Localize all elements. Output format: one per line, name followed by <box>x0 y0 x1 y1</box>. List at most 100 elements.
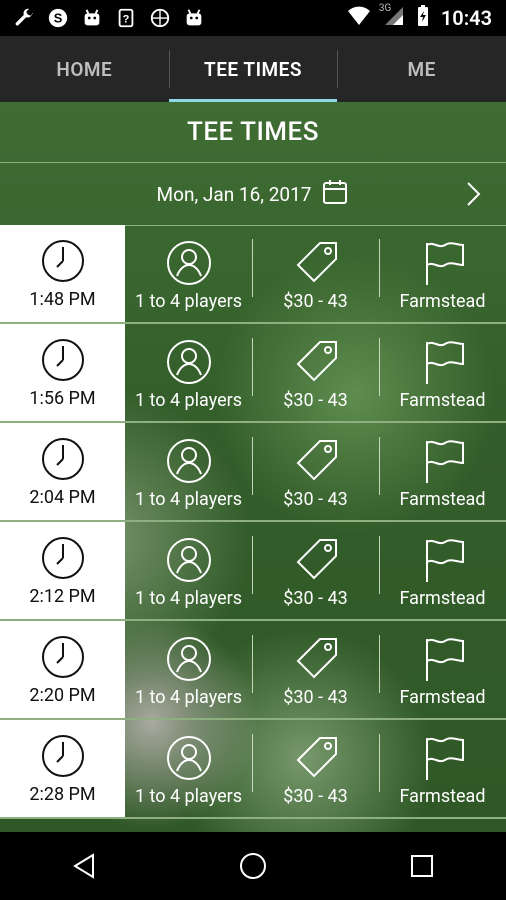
tab-home[interactable]: HOME <box>0 36 169 102</box>
price-tag-icon <box>296 440 337 481</box>
tee-time-label: 1:48 PM <box>29 289 96 310</box>
system-status: 3G 10:43 <box>347 3 492 32</box>
basketball-icon <box>148 6 172 30</box>
course-label: Farmstead <box>399 489 486 510</box>
column-divider <box>379 437 380 495</box>
android-icon <box>80 6 104 30</box>
players-cell: 1 to 4 players <box>125 423 252 520</box>
tab-divider <box>337 50 338 88</box>
price-label: $30 - 43 <box>283 489 348 510</box>
course-cell: Farmstead <box>379 621 506 718</box>
tee-time-details: 1 to 4 players $30 - 43 Farmstead <box>125 423 506 520</box>
player-icon <box>166 439 211 483</box>
players-label: 1 to 4 players <box>134 687 243 708</box>
tee-time-row[interactable]: 1:48 PM 1 to 4 players $30 - 43 Farmstea… <box>0 225 506 324</box>
course-cell: Farmstead <box>379 423 506 520</box>
clock-time: 10:43 <box>440 6 492 30</box>
wifi-icon <box>347 5 371 31</box>
tee-time-cell: 2:12 PM <box>0 522 125 619</box>
tee-time-details: 1 to 4 players $30 - 43 Farmstead <box>125 720 506 817</box>
column-divider <box>379 734 380 792</box>
players-cell: 1 to 4 players <box>125 522 252 619</box>
players-cell: 1 to 4 players <box>125 720 252 817</box>
flag-icon <box>425 440 464 483</box>
tee-time-row[interactable]: 2:12 PM 1 to 4 players $30 - 43 Farmstea… <box>0 522 506 621</box>
recents-square-icon <box>410 855 433 877</box>
tee-time-row[interactable]: 2:20 PM 1 to 4 players $30 - 43 Farmstea… <box>0 621 506 720</box>
flag-icon <box>425 737 464 780</box>
android-icon <box>182 6 206 30</box>
back-button[interactable] <box>62 844 106 888</box>
page-title: TEE TIMES <box>0 102 506 163</box>
battery-icon <box>415 4 431 32</box>
course-label: Farmstead <box>399 291 486 312</box>
players-label: 1 to 4 players <box>134 786 243 807</box>
clock-icon <box>41 636 84 678</box>
top-tab-bar: HOME TEE TIMES ME <box>0 36 506 102</box>
tee-time-label: 2:28 PM <box>29 784 96 805</box>
home-circle-icon <box>239 853 266 879</box>
player-icon <box>166 340 211 384</box>
tee-time-cell: 1:56 PM <box>0 324 125 421</box>
price-label: $30 - 43 <box>283 786 348 807</box>
column-divider <box>252 536 253 594</box>
tab-divider <box>169 50 170 88</box>
tee-time-details: 1 to 4 players $30 - 43 Farmstead <box>125 225 506 322</box>
price-label: $30 - 43 <box>283 390 348 411</box>
next-day-chevron-icon[interactable] <box>458 179 488 209</box>
price-label: $30 - 43 <box>283 291 348 312</box>
price-tag-icon <box>296 242 337 283</box>
calendar-icon[interactable] <box>321 178 349 211</box>
price-tag-icon <box>296 341 337 382</box>
tab-home-label: HOME <box>56 57 113 81</box>
clock-icon <box>41 339 84 381</box>
tee-time-details: 1 to 4 players $30 - 43 Farmstead <box>125 621 506 718</box>
player-icon <box>166 538 211 582</box>
clock-icon <box>41 438 84 480</box>
tee-time-row[interactable]: 1:56 PM 1 to 4 players $30 - 43 Farmstea… <box>0 324 506 423</box>
tee-time-label: 2:12 PM <box>29 586 96 607</box>
tab-tee-times[interactable]: TEE TIMES <box>168 36 338 102</box>
svg-text:?: ? <box>123 14 130 26</box>
course-label: Farmstead <box>399 390 486 411</box>
price-tag-icon <box>296 638 337 679</box>
svg-text:S: S <box>54 11 63 26</box>
column-divider <box>379 239 380 297</box>
home-button[interactable] <box>231 844 275 888</box>
column-divider <box>379 635 380 693</box>
date-selector[interactable]: Mon, Jan 16, 2017 <box>0 163 506 226</box>
notification-icons: S ? <box>12 6 206 30</box>
flag-icon <box>425 341 464 384</box>
player-icon <box>166 736 211 780</box>
tee-time-label: 2:20 PM <box>29 685 96 706</box>
flag-icon <box>425 242 464 285</box>
clock-icon <box>41 240 84 282</box>
column-divider <box>252 635 253 693</box>
course-cell: Farmstead <box>379 324 506 421</box>
tee-times-screen: TEE TIMES Mon, Jan 16, 2017 1:48 PM 1 to… <box>0 102 506 832</box>
column-divider <box>252 239 253 297</box>
price-cell: $30 - 43 <box>252 225 379 322</box>
course-cell: Farmstead <box>379 225 506 322</box>
tab-me[interactable]: ME <box>337 36 506 102</box>
column-divider <box>379 338 380 396</box>
players-label: 1 to 4 players <box>134 489 243 510</box>
selected-date: Mon, Jan 16, 2017 <box>156 182 312 206</box>
column-divider <box>252 437 253 495</box>
cellular-signal-icon: 3G <box>379 3 405 31</box>
tee-time-row[interactable]: 2:28 PM 1 to 4 players $30 - 43 Farmstea… <box>0 720 506 819</box>
course-label: Farmstead <box>399 786 486 807</box>
skype-icon: S <box>46 6 70 30</box>
tee-time-cell: 2:04 PM <box>0 423 125 520</box>
players-label: 1 to 4 players <box>134 588 243 609</box>
clock-icon <box>41 537 84 579</box>
tee-time-label: 1:56 PM <box>29 388 96 409</box>
price-tag-icon <box>296 737 337 778</box>
column-divider <box>379 536 380 594</box>
price-label: $30 - 43 <box>283 588 348 609</box>
course-cell: Farmstead <box>379 720 506 817</box>
tee-time-row[interactable]: 2:04 PM 1 to 4 players $30 - 43 Farmstea… <box>0 423 506 522</box>
recents-button[interactable] <box>400 844 444 888</box>
column-divider <box>252 338 253 396</box>
price-tag-icon <box>296 539 337 580</box>
